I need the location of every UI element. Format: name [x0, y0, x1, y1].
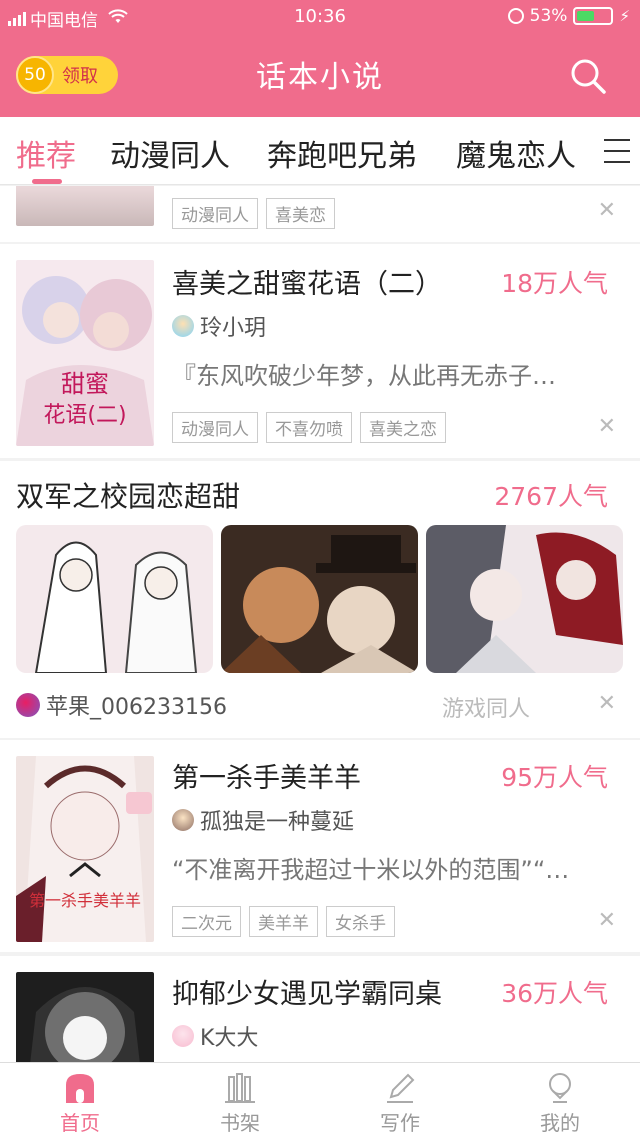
dismiss-button[interactable]: ✕: [598, 198, 616, 223]
tag[interactable]: 喜美之恋: [360, 412, 446, 443]
book-title[interactable]: 抑郁少女遇见学霸同桌: [172, 972, 442, 1011]
popularity: 36万人气: [501, 979, 608, 1008]
tag[interactable]: 不喜勿喷: [266, 412, 352, 443]
app-header: 50 领取 话本小说: [0, 34, 640, 117]
list-item[interactable]: 双军之校园恋超甜 2767人气 苹果_006233156 游戏同人 ✕: [0, 461, 640, 738]
search-button[interactable]: [568, 56, 608, 96]
search-icon: [571, 59, 606, 94]
avatar: [172, 1025, 194, 1047]
image-row: [16, 525, 623, 673]
tag[interactable]: 喜美恋: [266, 198, 335, 229]
tag[interactable]: 美羊羊: [249, 906, 318, 937]
popularity: 95万人气: [501, 763, 608, 792]
book-cover: 第一杀手美羊羊: [16, 756, 154, 942]
status-bar: 中国电信 10:36 53% ⚡: [0, 0, 640, 34]
tab-diabolik-lovers[interactable]: 魔鬼恋人: [456, 131, 576, 175]
nav-label: 我的: [540, 1111, 580, 1135]
tag-list: 二次元 美羊羊 女杀手: [172, 906, 395, 937]
avatar: [172, 809, 194, 831]
status-right: 53% ⚡: [507, 6, 630, 26]
charging-icon: ⚡: [619, 7, 630, 25]
post-image[interactable]: [221, 525, 418, 673]
bottom-nav: 首页 书架 写作 我的: [0, 1062, 640, 1138]
feed: 动漫同人 喜美恋 ✕ 甜蜜 花语(二) 喜美之甜蜜花语（二） 18万人气 玲小玥…: [0, 186, 640, 1062]
list-item[interactable]: 第一杀手美羊羊 第一杀手美羊羊 95万人气 孤独是一种蔓延 “不准离开我超过十米…: [0, 740, 640, 952]
dismiss-button[interactable]: ✕: [598, 908, 616, 933]
nav-bookshelf[interactable]: 书架: [160, 1063, 320, 1138]
battery-percent: 53%: [529, 6, 568, 26]
tab-running-man[interactable]: 奔跑吧兄弟: [267, 131, 417, 175]
battery-icon: [573, 7, 614, 25]
category-tabs: 推荐 动漫同人 奔跑吧兄弟 魔鬼恋人: [0, 117, 640, 185]
dismiss-button[interactable]: ✕: [598, 414, 616, 439]
nav-profile[interactable]: 我的: [480, 1063, 640, 1138]
menu-icon[interactable]: [604, 139, 630, 163]
popularity: 2767人气: [494, 482, 608, 511]
list-item[interactable]: 抑郁少女遇见学霸同桌 36万人气 K大大: [0, 956, 640, 1062]
nav-home[interactable]: 首页: [0, 1063, 160, 1138]
tab-recommended[interactable]: 推荐: [16, 131, 76, 175]
author[interactable]: 孤独是一种蔓延: [172, 804, 354, 836]
book-description: “不准离开我超过十米以外的范围”“…: [172, 856, 570, 884]
top-bar: 中国电信 10:36 53% ⚡ 50 领取 话本小说: [0, 0, 640, 117]
svg-text:花语(二): 花语(二): [43, 403, 126, 428]
author-name: 孤独是一种蔓延: [200, 810, 355, 835]
book-title[interactable]: 第一杀手美羊羊: [172, 756, 361, 795]
author[interactable]: 玲小玥: [172, 310, 266, 342]
tag[interactable]: 动漫同人: [172, 412, 258, 443]
book-cover: 甜蜜 花语(二): [16, 260, 154, 446]
orientation-lock-icon: [507, 8, 524, 24]
book-description: 『东风吹破少年梦，从此再无赤子…: [172, 362, 556, 390]
svg-text:第一杀手美羊羊: 第一杀手美羊羊: [29, 891, 141, 910]
avatar: [172, 315, 194, 337]
tab-anime-fanfic[interactable]: 动漫同人: [110, 131, 230, 175]
username: 苹果_006233156: [46, 695, 227, 720]
book-title[interactable]: 喜美之甜蜜花语（二）: [172, 262, 442, 301]
tag[interactable]: 二次元: [172, 906, 241, 937]
nav-label: 写作: [380, 1111, 420, 1135]
active-tab-indicator: [32, 179, 62, 184]
tag-list: 动漫同人 不喜勿喷 喜美之恋: [172, 412, 446, 443]
home-icon: [66, 1074, 94, 1103]
book-cover: [16, 972, 154, 1062]
book-cover: [16, 186, 154, 226]
post-image[interactable]: [426, 525, 623, 673]
post-title[interactable]: 双军之校园恋超甜: [16, 475, 240, 515]
popularity: 18万人气: [501, 269, 608, 298]
bookshelf-icon: [225, 1073, 255, 1103]
post-image[interactable]: [16, 525, 213, 673]
tag-list: 动漫同人 喜美恋: [172, 198, 335, 229]
profile-icon: [549, 1073, 571, 1103]
author-name: K大大: [200, 1026, 259, 1051]
nav-label: 首页: [60, 1111, 100, 1135]
tag[interactable]: 动漫同人: [172, 198, 258, 229]
pen-icon: [387, 1073, 415, 1103]
nav-label: 书架: [220, 1111, 260, 1135]
dismiss-button[interactable]: ✕: [598, 691, 616, 716]
tag[interactable]: 女杀手: [326, 906, 395, 937]
post-category[interactable]: 游戏同人: [442, 691, 530, 723]
app-title: 话本小说: [256, 60, 384, 95]
author[interactable]: K大大: [172, 1020, 258, 1052]
nav-write[interactable]: 写作: [320, 1063, 480, 1138]
post-user[interactable]: 苹果_006233156: [16, 689, 227, 721]
list-item[interactable]: 甜蜜 花语(二) 喜美之甜蜜花语（二） 18万人气 玲小玥 『东风吹破少年梦，从…: [0, 244, 640, 458]
svg-text:甜蜜: 甜蜜: [61, 370, 109, 398]
avatar: [16, 693, 40, 717]
list-item[interactable]: 动漫同人 喜美恋 ✕: [0, 186, 640, 242]
author-name: 玲小玥: [200, 316, 267, 341]
